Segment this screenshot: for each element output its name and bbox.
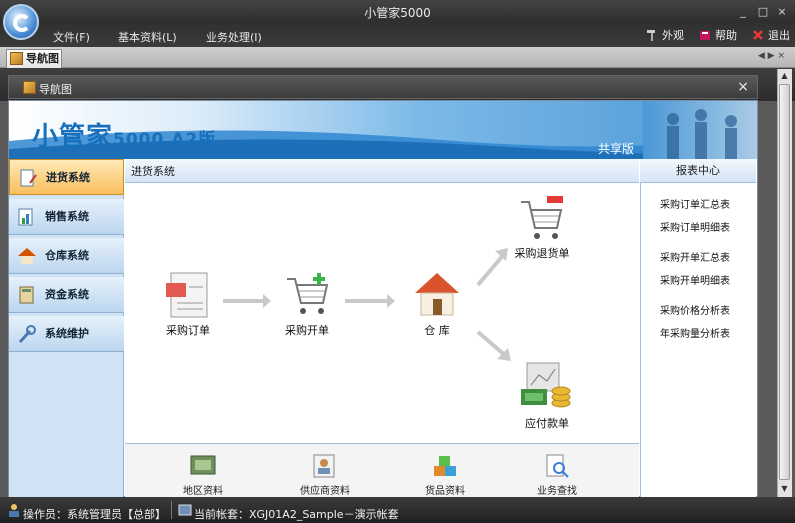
- panel-close-button[interactable]: ×: [737, 79, 749, 95]
- flow-purchase-order[interactable]: 采购订单: [143, 322, 233, 338]
- quick-access-bar: 地区资料 供应商资料 货品资料 业务查找: [125, 443, 639, 497]
- search-document-icon: [546, 454, 569, 478]
- menu-business[interactable]: 业务处理(I): [206, 29, 262, 45]
- edition-label: 共享版: [598, 142, 635, 156]
- sales-chart-icon: [18, 208, 33, 226]
- report-link[interactable]: 采购订单明细表: [660, 219, 730, 234]
- exit-icon: [752, 29, 765, 41]
- panel-header: 导航图 ×: [8, 75, 758, 99]
- flow-arrow-down: [476, 330, 511, 361]
- section-header: 进货系统: [125, 159, 639, 183]
- window-title: 小管家5000: [364, 6, 431, 20]
- arrow-head: [387, 294, 395, 308]
- status-account: 当前帐套：XGJ01A2_Sample－演示帐套: [194, 508, 399, 521]
- arrow-head: [263, 294, 271, 308]
- flow-purchase-invoice[interactable]: 采购开单: [262, 322, 352, 338]
- nav-label: 销售系统: [45, 210, 89, 223]
- app-logo-icon[interactable]: [3, 4, 39, 40]
- status-operator: 操作员：系统管理员【总部】: [23, 508, 166, 521]
- exit-menu[interactable]: 退出: [752, 27, 790, 43]
- goods-boxes-icon: [434, 456, 456, 476]
- nav-item-sales[interactable]: 销售系统: [9, 199, 124, 235]
- appearance-menu[interactable]: 外观: [646, 27, 684, 43]
- nav-label: 仓库系统: [45, 249, 89, 262]
- flow-purchase-return[interactable]: 采购退货单: [497, 245, 587, 261]
- report-link[interactable]: 采购订单汇总表: [660, 196, 730, 211]
- quick-supplier-data[interactable]: 供应商资料: [275, 444, 375, 497]
- close-window-button[interactable]: ×: [775, 5, 789, 18]
- wrench-icon: [18, 325, 36, 343]
- account-set-icon: [178, 504, 192, 516]
- status-divider: [171, 501, 172, 519]
- nav-map-icon: [10, 52, 23, 65]
- supplier-card-icon: [313, 454, 335, 478]
- tab-navigation-map[interactable]: 导航图: [6, 49, 62, 68]
- minimize-button[interactable]: _: [736, 5, 750, 18]
- report-link[interactable]: 采购开单明细表: [660, 272, 730, 287]
- menu-file[interactable]: 文件(F): [53, 29, 90, 45]
- flow-arrow: [223, 299, 265, 303]
- document-pen-icon: [20, 169, 37, 187]
- flow-arrow: [345, 299, 389, 303]
- tab-strip: 导航图 ◀ ▶ ×: [0, 47, 795, 68]
- report-center-header: 报表中心: [640, 159, 756, 183]
- nav-map-icon: [23, 81, 36, 94]
- quick-business-search[interactable]: 业务查找: [507, 444, 607, 497]
- report-link[interactable]: 采购价格分析表: [660, 302, 730, 317]
- menu-basic-data[interactable]: 基本资料(L): [118, 29, 177, 45]
- tab-label: 导航图: [26, 52, 59, 65]
- flow-diagram: 采购订单 采购开单 仓 库 采购退货单 应付款单: [125, 183, 639, 443]
- system-nav: 进货系统 销售系统 仓库系统 资金系统 系统维护: [9, 159, 124, 497]
- hammer-icon: [646, 29, 659, 41]
- exit-label: 退出: [768, 29, 790, 42]
- flow-accounts-payable[interactable]: 应付款单: [502, 415, 592, 431]
- help-label: 帮助: [715, 29, 737, 42]
- nav-item-maintenance[interactable]: 系统维护: [9, 316, 124, 352]
- panel-title: 导航图: [23, 81, 72, 97]
- quick-goods-data[interactable]: 货品资料: [395, 444, 495, 497]
- warehouse-house-icon[interactable]: [413, 271, 461, 317]
- nav-item-warehouse[interactable]: 仓库系统: [9, 238, 124, 274]
- banner-title: 小管家5000 A2版: [32, 122, 217, 152]
- region-map-icon: [190, 455, 216, 475]
- appearance-label: 外观: [662, 29, 684, 42]
- nav-label: 系统维护: [45, 327, 89, 340]
- business-people-image: [643, 101, 757, 159]
- tab-scroll-arrows[interactable]: ◀ ▶ ×: [758, 51, 785, 61]
- shopping-cart-add-icon[interactable]: [285, 271, 331, 319]
- scroll-down-button[interactable]: ▼: [777, 482, 792, 496]
- report-link[interactable]: 采购开单汇总表: [660, 249, 730, 264]
- nav-item-purchase[interactable]: 进货系统: [9, 159, 124, 195]
- report-link[interactable]: 年采购量分析表: [660, 325, 730, 340]
- flow-warehouse[interactable]: 仓 库: [392, 322, 482, 338]
- calculator-icon: [19, 286, 34, 304]
- operator-icon: [9, 504, 19, 517]
- nav-label: 进货系统: [46, 171, 90, 184]
- shopping-cart-return-icon[interactable]: [519, 194, 567, 242]
- help-book-icon: [699, 29, 712, 41]
- quick-region-data[interactable]: 地区资料: [153, 444, 253, 497]
- house-icon: [18, 248, 36, 264]
- maximize-button[interactable]: □: [756, 5, 770, 18]
- scroll-up-button[interactable]: ▲: [777, 69, 792, 83]
- accounts-payable-icon[interactable]: [519, 359, 573, 411]
- nav-item-finance[interactable]: 资金系统: [9, 277, 124, 313]
- help-menu[interactable]: 帮助: [699, 27, 737, 43]
- nav-label: 资金系统: [45, 288, 89, 301]
- scrollbar-thumb[interactable]: [779, 84, 790, 480]
- purchase-order-icon[interactable]: [165, 271, 211, 319]
